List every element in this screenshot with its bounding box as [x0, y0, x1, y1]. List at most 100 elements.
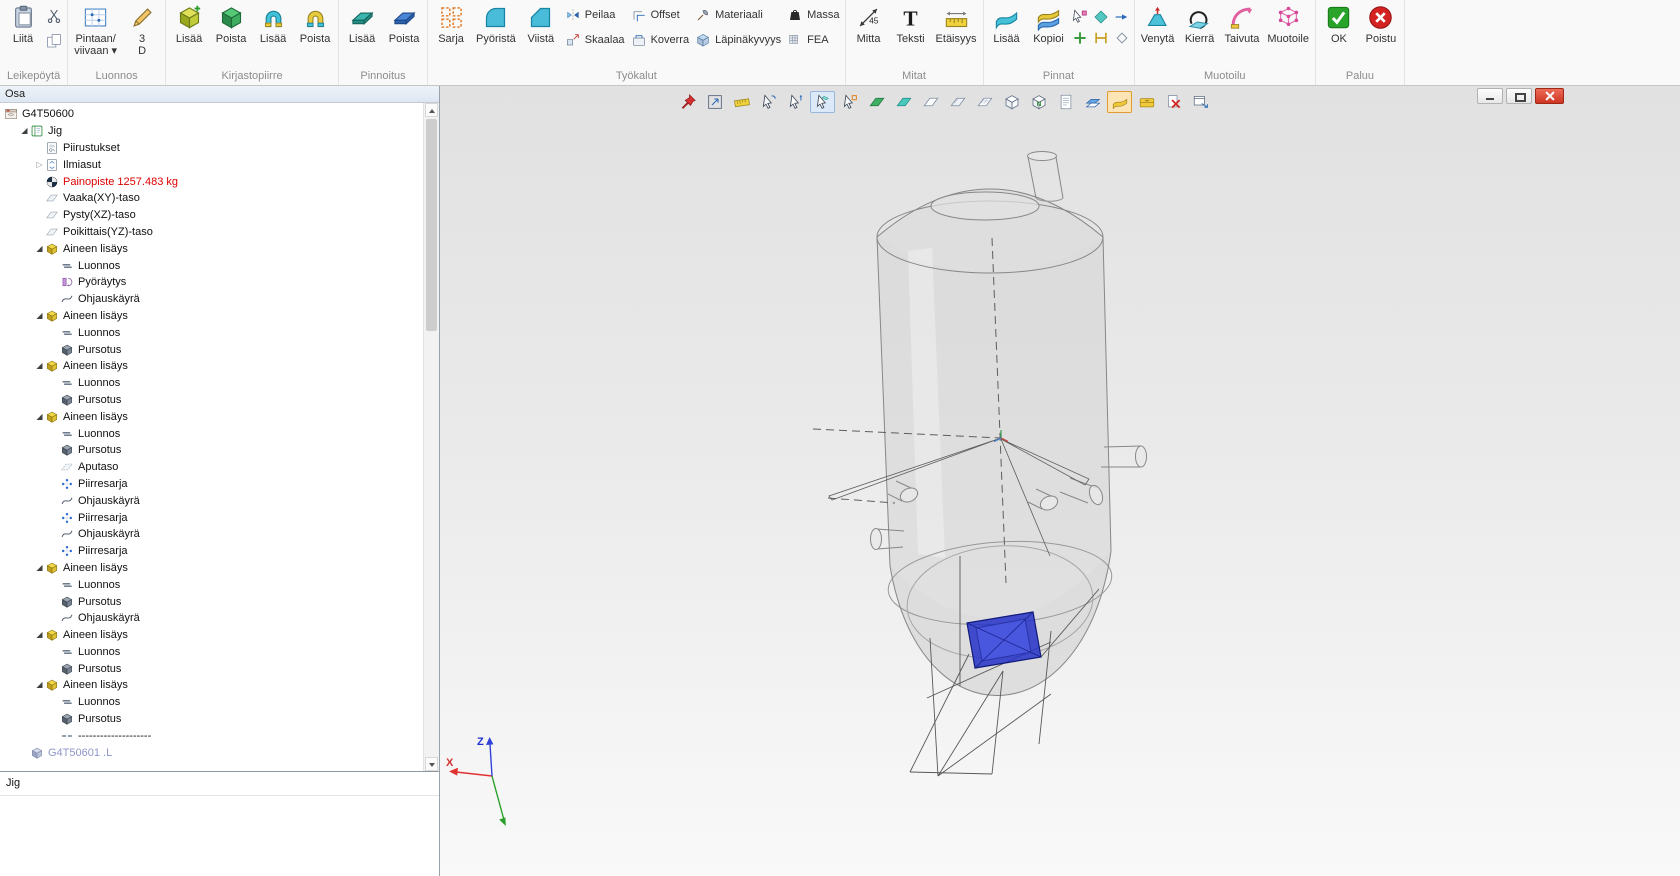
- measure-icon[interactable]: [729, 91, 754, 113]
- expanded-arrow-icon[interactable]: ◢: [19, 123, 30, 139]
- tree-item-luonnos[interactable]: Luonnos: [0, 576, 424, 593]
- tree-item-aineen-lisays[interactable]: ◢Aineen lisäys: [0, 677, 424, 694]
- close-button[interactable]: [1535, 88, 1564, 104]
- tree-item-pursotus[interactable]: Pursotus: [0, 593, 424, 610]
- copy-surface-icon[interactable]: [1080, 91, 1105, 113]
- tree-item-luonnos[interactable]: Luonnos: [0, 425, 424, 442]
- tree-item-pursotus[interactable]: Pursotus: [0, 711, 424, 728]
- mitat-mitta-button[interactable]: 45Mitta: [849, 1, 889, 46]
- tree-item-g4t50600[interactable]: G4T50600: [0, 106, 424, 123]
- tree-item-pursotus[interactable]: Pursotus: [0, 341, 424, 358]
- box-outline-icon[interactable]: [999, 91, 1024, 113]
- select-vertical-icon[interactable]: [783, 91, 808, 113]
- tree-item-painopiste-1257-483-kg[interactable]: Painopiste 1257.483 kg: [0, 173, 424, 190]
- expanded-arrow-icon[interactable]: ◢: [34, 358, 45, 374]
- scroll-thumb[interactable]: [426, 119, 437, 331]
- tree-item-aputaso[interactable]: Aputaso: [0, 459, 424, 476]
- scroll-up-icon[interactable]: [425, 103, 438, 117]
- surf-pick-icon[interactable]: [1071, 8, 1089, 26]
- muotoilu-kierra-button[interactable]: Kierrä: [1180, 1, 1220, 46]
- skaalaa-button[interactable]: Skaalaa: [563, 32, 627, 48]
- muotoilu-muotoile-button[interactable]: Muotoile: [1264, 1, 1312, 46]
- tree-item-aineen-lisays[interactable]: ◢Aineen lisäys: [0, 627, 424, 644]
- surface-mode-icon[interactable]: [1107, 91, 1132, 113]
- tree-item-piirustukset[interactable]: Piirustukset: [0, 140, 424, 157]
- koverra-button[interactable]: Koverra: [629, 32, 692, 48]
- mitat-teksti-button[interactable]: TTeksti: [891, 1, 931, 46]
- viewport-3d[interactable]: N X Z: [440, 86, 1680, 876]
- tree-item-g4t50601-l[interactable]: G4T50601 .L: [0, 744, 424, 761]
- plane-teal-icon[interactable]: [891, 91, 916, 113]
- export-view-icon[interactable]: [1188, 91, 1213, 113]
- select-rotate-icon[interactable]: [756, 91, 781, 113]
- pin-icon[interactable]: [675, 91, 700, 113]
- collapsed-arrow-icon[interactable]: ▷: [34, 157, 45, 173]
- peilaa-button[interactable]: Peilaa: [563, 7, 627, 23]
- sheet-list-icon[interactable]: [1053, 91, 1078, 113]
- tree-item-vaaka-xy-taso[interactable]: Vaaka(XY)-taso: [0, 190, 424, 207]
- select-plane-icon[interactable]: [810, 91, 835, 113]
- select-pick-icon[interactable]: [837, 91, 862, 113]
- tree-item-aineen-lisays[interactable]: ◢Aineen lisäys: [0, 240, 424, 257]
- expanded-arrow-icon[interactable]: ◢: [34, 677, 45, 693]
- tyokalut-viista-button[interactable]: Viistä: [521, 1, 561, 46]
- tree-item-ohjauskayra[interactable]: Ohjauskäyrä: [0, 610, 424, 627]
- box-normal-icon[interactable]: N: [1026, 91, 1051, 113]
- active-feature-field[interactable]: Jig: [0, 772, 439, 796]
- tree-item-luonnos[interactable]: Luonnos: [0, 324, 424, 341]
- plane-green-icon[interactable]: [864, 91, 889, 113]
- tree-item-jig[interactable]: ◢Jig: [0, 123, 424, 140]
- tyokalut-pyorista-button[interactable]: Pyöristä: [473, 1, 519, 46]
- minimize-button[interactable]: [1477, 88, 1503, 104]
- tree-item-piirresarja[interactable]: Piirresarja: [0, 476, 424, 493]
- massa-button[interactable]: Massa: [785, 7, 841, 23]
- muotoilu-venyta-button[interactable]: Venytä: [1138, 1, 1178, 46]
- tyokalut-sarja-button[interactable]: Sarja: [431, 1, 471, 46]
- fea-button[interactable]: FEA: [785, 32, 841, 48]
- tree-item-pysty-xz-taso[interactable]: Pysty(XZ)-taso: [0, 207, 424, 224]
- tree-item-luonnos[interactable]: Luonnos: [0, 375, 424, 392]
- paluu-ok-button[interactable]: OK: [1319, 1, 1359, 46]
- tree-item-aineen-lisays[interactable]: ◢Aineen lisäys: [0, 408, 424, 425]
- muotoilu-taivuta-button[interactable]: Taivuta: [1222, 1, 1263, 46]
- vessel-3d-model[interactable]: [440, 86, 1680, 876]
- tree-item-luonnos[interactable]: Luonnos: [0, 694, 424, 711]
- expanded-arrow-icon[interactable]: ◢: [34, 627, 45, 643]
- tree-item-aineen-lisays[interactable]: ◢Aineen lisäys: [0, 358, 424, 375]
- tree-item-ohjauskayra[interactable]: Ohjauskäyrä: [0, 291, 424, 308]
- kirjastopiirre-poista-button[interactable]: Poista: [211, 1, 251, 46]
- plane-grid-icon[interactable]: [972, 91, 997, 113]
- pinnoitus-lisaa-button[interactable]: Lisää: [342, 1, 382, 46]
- surf-arrows-icon[interactable]: [1113, 8, 1131, 26]
- pinnat-lisaa-button[interactable]: Lisää: [987, 1, 1027, 46]
- paluu-poistu-button[interactable]: Poistu: [1361, 1, 1401, 46]
- library-drawer-icon[interactable]: [1134, 91, 1159, 113]
- tree-item-luonnos[interactable]: Luonnos: [0, 644, 424, 661]
- plane-shaded-icon[interactable]: [945, 91, 970, 113]
- tree-scrollbar[interactable]: [423, 103, 439, 771]
- tree-item-pursotus[interactable]: Pursotus: [0, 442, 424, 459]
- copy-icon[interactable]: [45, 32, 63, 50]
- tree-item-ohjauskayra[interactable]: Ohjauskäyrä: [0, 492, 424, 509]
- tree-item-aineen-lisays[interactable]: ◢Aineen lisäys: [0, 560, 424, 577]
- tree-item-poikittais-yz-taso[interactable]: Poikittais(YZ)-taso: [0, 224, 424, 241]
- cut-icon[interactable]: [45, 7, 63, 25]
- pinnoitus-poista-button[interactable]: Poista: [384, 1, 424, 46]
- tree-item-luonnos[interactable]: Luonnos: [0, 257, 424, 274]
- expanded-arrow-icon[interactable]: ◢: [34, 560, 45, 576]
- tree-item-aineen-lisays[interactable]: ◢Aineen lisäys: [0, 308, 424, 325]
- tree-item-piirresarja[interactable]: Piirresarja: [0, 543, 424, 560]
- luonnos-3-d-button[interactable]: 3 D: [122, 1, 162, 58]
- kirjastopiirre-lisaa-button[interactable]: Lisää: [253, 1, 293, 46]
- offset-button[interactable]: Offset: [629, 7, 692, 23]
- expanded-arrow-icon[interactable]: ◢: [34, 308, 45, 324]
- tree-separator[interactable]: --------------------: [0, 727, 424, 744]
- delete-icon[interactable]: [1161, 91, 1186, 113]
- scroll-down-icon[interactable]: [425, 757, 438, 771]
- expanded-arrow-icon[interactable]: ◢: [34, 241, 45, 257]
- tree-item-piirresarja[interactable]: Piirresarja: [0, 509, 424, 526]
- restore-button[interactable]: [1506, 88, 1532, 104]
- materiaali-button[interactable]: Materiaali: [693, 7, 783, 23]
- pinnat-kopioi-button[interactable]: Kopioi: [1029, 1, 1069, 46]
- mitat-etaisyys-button[interactable]: Etäisyys: [933, 1, 980, 46]
